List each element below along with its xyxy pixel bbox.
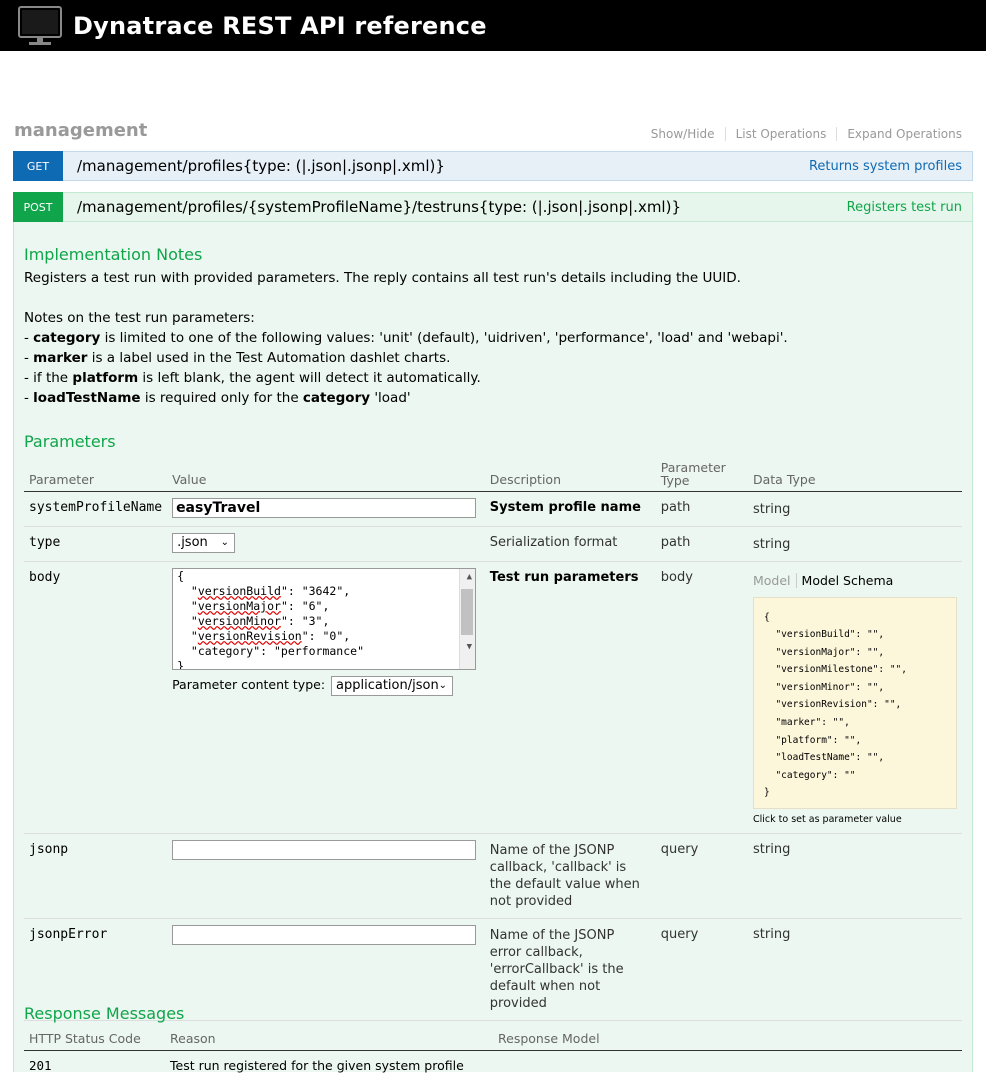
note-loadtestname: - loadTestName is required only for the … (24, 390, 411, 406)
param-row-body: body { "versionBuild": "3642", "versionM… (24, 561, 962, 834)
get-profiles-operation[interactable]: GET /management/profiles{type: (|.json|.… (13, 151, 973, 181)
param-row-jsonp: jsonp Name of the JSONP callback, 'callb… (24, 833, 962, 919)
parameters-heading: Parameters (24, 432, 116, 451)
jsonp-input[interactable] (172, 839, 477, 860)
param-name: jsonp (24, 833, 168, 919)
post-testrun-operation[interactable]: POST /management/profiles/{systemProfile… (13, 192, 973, 222)
chevron-down-icon: ⌄ (220, 536, 230, 548)
show-hide-link[interactable]: Show/Hide (641, 127, 726, 141)
scroll-down-icon[interactable]: ▼ (467, 640, 472, 655)
implementation-notes: Registers a test run with provided param… (24, 268, 954, 408)
col-parameter: Parameter (24, 458, 168, 492)
param-row-type: type .json ⌄ Serialization format path st… (24, 526, 962, 562)
expand-operations-link[interactable]: Expand Operations (837, 127, 962, 141)
list-operations-link[interactable]: List Operations (726, 127, 838, 141)
response-messages-table: HTTP Status Code Reason Response Model 2… (24, 1024, 962, 1080)
param-data-type: string (748, 918, 962, 1021)
operation-summary[interactable]: Registers test run (847, 200, 962, 215)
section-title[interactable]: management (14, 120, 147, 141)
system-profile-name-input[interactable] (172, 497, 477, 518)
param-description: Serialization format (484, 526, 656, 562)
type-select[interactable]: .json ⌄ (172, 532, 236, 553)
col-http-status-code: HTTP Status Code (24, 1024, 165, 1051)
param-description: System profile name (484, 491, 656, 527)
content-type-select[interactable]: application/json ⌄ (331, 675, 454, 696)
get-method-badge[interactable]: GET (13, 151, 63, 181)
model-tabs: Model Model Schema (753, 572, 957, 588)
col-value: Value (167, 458, 485, 492)
response-code: 201 (29, 1057, 52, 1073)
textarea-scrollbar[interactable]: ▲ ▼ (459, 568, 476, 669)
param-description: Name of the JSONP error callback, 'error… (489, 927, 624, 1011)
param-description: Test run parameters (484, 561, 656, 834)
schema-hint: Click to set as parameter value (753, 813, 902, 825)
param-type: query (655, 833, 748, 919)
param-description: Name of the JSONP callback, 'callback' i… (489, 842, 640, 909)
operation-path[interactable]: /management/profiles{type: (|.json|.json… (77, 157, 445, 175)
col-data-type: Data Type (748, 458, 962, 492)
col-reason: Reason (165, 1024, 493, 1051)
section-links: Show/Hide List Operations Expand Operati… (641, 127, 962, 141)
col-description: Description (484, 458, 656, 492)
note-marker: - marker is a label used in the Test Aut… (24, 350, 451, 366)
param-name: type (24, 526, 168, 562)
param-name: body (24, 561, 168, 834)
response-reason: Test run registered for the given system… (170, 1057, 464, 1073)
top-bar: Dynatrace REST API reference (0, 0, 986, 51)
param-data-type: string (748, 491, 962, 527)
col-response-model: Response Model (493, 1024, 962, 1051)
response-messages-heading: Response Messages (24, 1004, 185, 1023)
param-type: body (655, 561, 748, 834)
note-category: - category is limited to one of the foll… (24, 330, 788, 346)
notes-title: Notes on the test run parameters: (24, 310, 255, 326)
operation-content: Implementation Notes Registers a test ru… (13, 222, 973, 1073)
param-type: query (655, 918, 748, 1021)
implementation-notes-heading: Implementation Notes (24, 245, 203, 264)
note-platform: - if the platform is left blank, the age… (24, 370, 481, 386)
notes-summary: Registers a test run with provided param… (24, 270, 741, 286)
model-tab[interactable]: Model (753, 572, 797, 588)
scroll-thumb[interactable] (461, 588, 474, 635)
response-model (493, 1050, 962, 1080)
col-parameter-type: Parameter Type (655, 458, 748, 492)
operation-path[interactable]: /management/profiles/{systemProfileName}… (77, 198, 681, 216)
scroll-up-icon[interactable]: ▲ (467, 570, 472, 585)
response-row: 201 Test run registered for the given sy… (24, 1050, 962, 1080)
chevron-down-icon: ⌄ (438, 679, 448, 691)
param-type: path (655, 526, 748, 562)
post-method-badge[interactable]: POST (13, 192, 63, 222)
jsonp-error-input[interactable] (172, 924, 477, 945)
param-row-systemprofilename: systemProfileName System profile name pa… (24, 491, 962, 527)
param-name: systemProfileName (24, 491, 168, 527)
body-textarea[interactable]: { "versionBuild": "3642", "versionMajor"… (172, 567, 477, 670)
param-data-type: string (748, 526, 962, 562)
content-type-row: Parameter content type: application/json… (172, 675, 480, 696)
parameters-table: Parameter Value Description Parameter Ty… (24, 458, 962, 1021)
monitor-icon (18, 5, 62, 45)
model-schema-tab[interactable]: Model Schema (797, 573, 894, 588)
param-type: path (655, 491, 748, 527)
model-schema-sample[interactable]: { "versionBuild": "", "versionMajor": ""… (753, 596, 957, 809)
app-title: Dynatrace REST API reference (73, 11, 487, 40)
param-data-type: string (748, 833, 962, 919)
operation-summary[interactable]: Returns system profiles (809, 159, 962, 174)
content-type-label: Parameter content type: (172, 676, 326, 692)
